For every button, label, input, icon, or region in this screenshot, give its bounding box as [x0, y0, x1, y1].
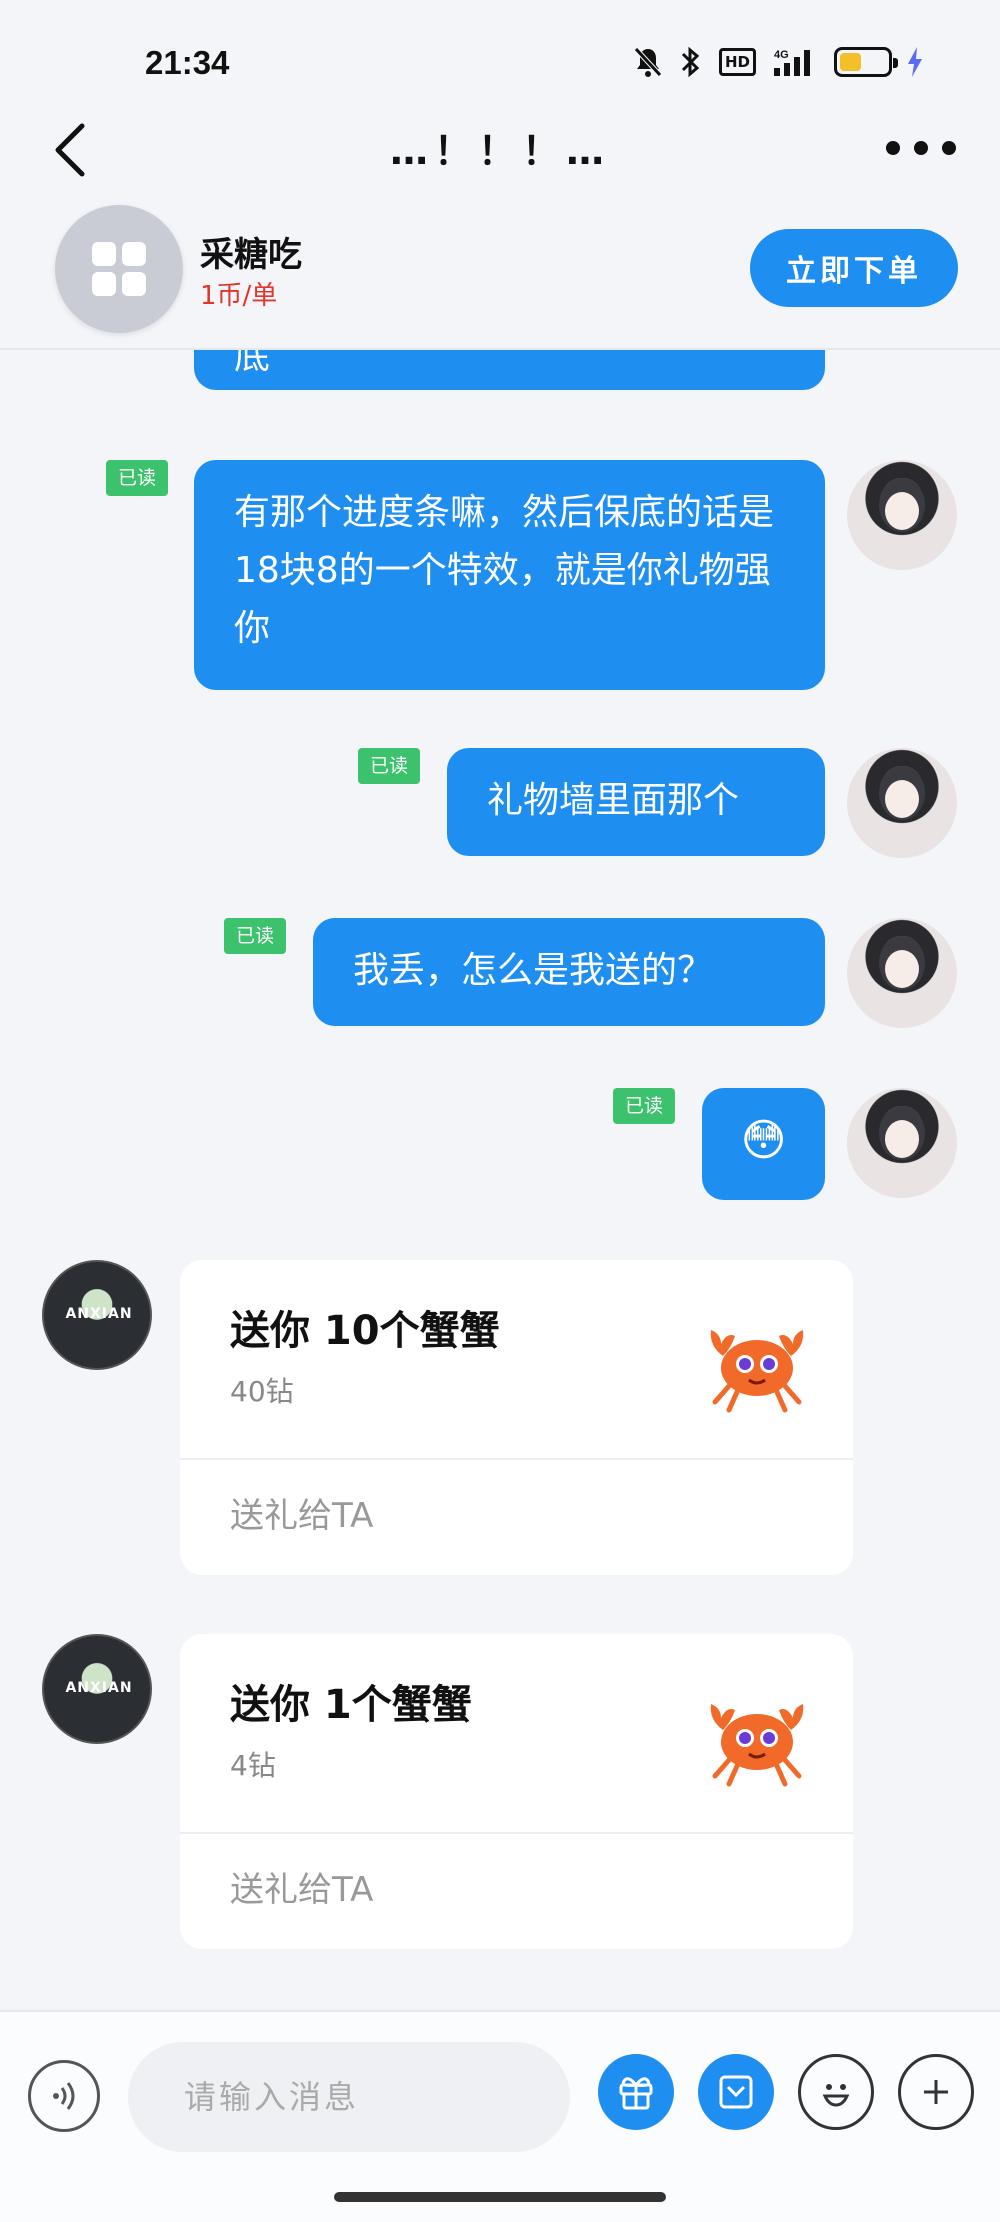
charging-bolt-icon: [908, 47, 922, 77]
chat-list[interactable]: 底 已读 有那个进度条嘛，然后保底的话是18块8的一个特效，就是你礼物强你 已读…: [0, 350, 1000, 2010]
gift-title: 送你 10个蟹蟹: [230, 1308, 500, 1354]
order-card-button[interactable]: [698, 2054, 774, 2130]
my-avatar[interactable]: [847, 748, 957, 858]
gift-card[interactable]: 送你 10个蟹蟹 40钻 送礼给TA: [180, 1260, 853, 1575]
gift-price: 40钻: [230, 1375, 294, 1408]
more-dot-icon: [914, 141, 928, 155]
gift-button[interactable]: [598, 2054, 674, 2130]
profile-avatar[interactable]: [55, 205, 183, 333]
my-avatar[interactable]: [847, 460, 957, 570]
message-input[interactable]: [128, 2042, 570, 2152]
divider: [180, 1458, 853, 1460]
plus-icon: [924, 2080, 948, 2104]
message-text: 底: [234, 350, 271, 377]
gift-title: 送你 1个蟹蟹: [230, 1682, 472, 1728]
gift-icon: [619, 2077, 653, 2110]
read-receipt-badge: 已读: [358, 748, 421, 784]
send-gift-button[interactable]: 送礼给TA: [230, 1488, 373, 1537]
apps-grid-icon: [92, 242, 146, 296]
my-avatar[interactable]: [847, 918, 957, 1028]
status-time: 21:34: [145, 44, 230, 81]
status-icons: HD 4G: [633, 46, 924, 78]
emoji-button[interactable]: [798, 2054, 874, 2130]
contact-avatar[interactable]: ANXIAN: [42, 1634, 152, 1744]
crab-icon: [710, 1704, 804, 1787]
read-receipt-badge: 已读: [224, 918, 287, 954]
voice-wave-icon: [53, 2082, 75, 2110]
status-bar: 21:34 HD 4G: [0, 0, 1000, 110]
page-title: …！！！…: [389, 129, 610, 173]
profile-price: 1币/单: [200, 281, 278, 311]
add-more-button[interactable]: [898, 2054, 974, 2130]
order-bag-icon: [719, 2075, 753, 2109]
gift-price: 4钻: [230, 1749, 276, 1782]
read-receipt-badge: 已读: [106, 460, 169, 496]
svg-text:4G: 4G: [774, 49, 789, 61]
gift-card[interactable]: 送你 1个蟹蟹 4钻 送礼给TA: [180, 1634, 853, 1949]
more-dot-icon: [886, 141, 900, 155]
more-dot-icon: [942, 141, 956, 155]
order-now-button[interactable]: 立即下单: [750, 229, 958, 307]
input-bar: [0, 2010, 1000, 2222]
hd-icon: HD: [718, 48, 756, 76]
message-text: 礼物墙里面那个: [487, 780, 740, 821]
contact-avatar[interactable]: ANXIAN: [42, 1260, 152, 1370]
divider: [180, 1832, 853, 1834]
nav-bar: …！！！…: [0, 110, 1000, 205]
message-text: 我丢，怎么是我送的？: [353, 950, 714, 991]
signal-4g-icon: 4G: [774, 49, 810, 76]
flushed-face-emoji: 😳: [740, 1115, 787, 1166]
message-bubble[interactable]: 礼物墙里面那个: [447, 748, 825, 856]
voice-input-button[interactable]: [28, 2060, 100, 2132]
smiley-icon: [822, 2084, 850, 2107]
more-options-button[interactable]: [886, 118, 956, 178]
battery-icon: [834, 47, 898, 77]
message-bubble[interactable]: 有那个进度条嘛，然后保底的话是18块8的一个特效，就是你礼物强你: [194, 460, 825, 690]
read-receipt-badge: 已读: [613, 1088, 676, 1124]
message-bubble-partial[interactable]: 底: [194, 350, 825, 390]
bluetooth-battery-icon: [681, 46, 700, 78]
crab-icon: [710, 1330, 804, 1413]
mute-bell-icon: [634, 47, 662, 77]
send-gift-button[interactable]: 送礼给TA: [230, 1862, 373, 1911]
profile-name: 采糖吃: [200, 235, 302, 275]
message-bubble[interactable]: 我丢，怎么是我送的？: [313, 918, 825, 1026]
my-avatar[interactable]: [847, 1088, 957, 1198]
message-bubble-emoji[interactable]: 😳: [702, 1088, 825, 1200]
message-text: 有那个进度条嘛，然后保底的话是18块8的一个特效，就是你礼物强你: [234, 492, 775, 649]
home-indicator[interactable]: [334, 2192, 666, 2202]
profile-header: 采糖吃 1币/单 立即下单: [0, 205, 1000, 350]
